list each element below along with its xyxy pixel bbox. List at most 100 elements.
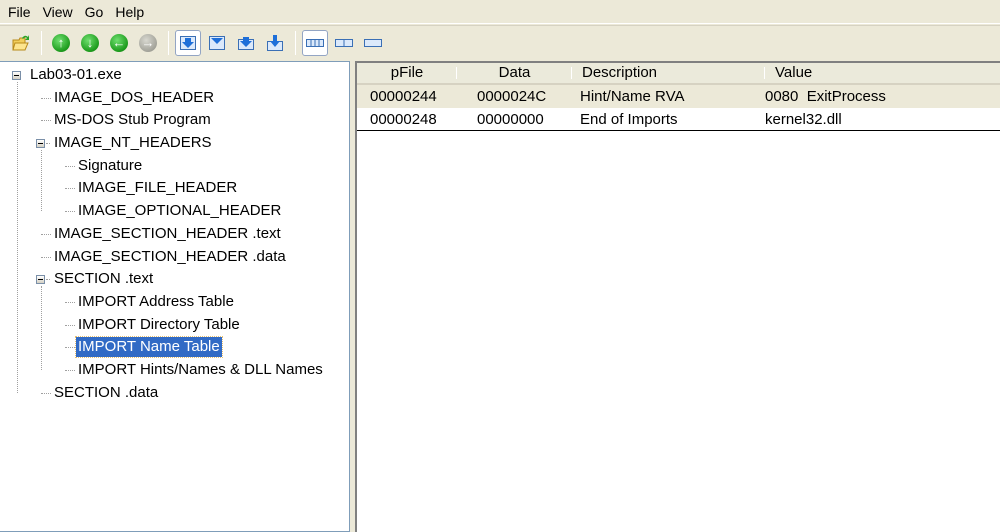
tree-item-label[interactable]: IMPORT Directory Table (76, 315, 242, 335)
collapse-icon[interactable] (36, 139, 45, 149)
pe-structure-tree: Lab03-01.exe IMAGE_DOS_HEADER MS-DOS Stub … (0, 62, 349, 404)
toolbar-separator (168, 30, 169, 55)
cell-data: 0000024C (477, 88, 547, 105)
tree-item-label[interactable]: IMAGE_NT_HEADERS (52, 133, 214, 153)
columns-2-icon (335, 38, 353, 47)
column-header-value[interactable]: Value (765, 63, 1000, 83)
tree-connector (41, 233, 51, 235)
column-header-label: Data (498, 64, 531, 81)
view-word-button[interactable] (233, 30, 259, 56)
table-header: pFile Data Description Value (357, 63, 1000, 85)
columns-1-icon (364, 38, 382, 47)
tree-item-label[interactable]: IMAGE_OPTIONAL_HEADER (76, 201, 283, 221)
tree-connector (65, 211, 75, 213)
tree-connector (65, 324, 75, 326)
tree-item[interactable]: IMAGE_SECTION_HEADER .data (0, 246, 349, 269)
down-arrow-icon: ↓ (81, 33, 99, 52)
menu-view[interactable]: View (37, 2, 79, 22)
cell-value: 0080 ExitProcess (765, 88, 886, 105)
tree-item-label[interactable]: IMPORT Name Table (75, 336, 223, 359)
view-detail-icon (180, 35, 196, 50)
tree-item-label[interactable]: IMPORT Address Table (76, 292, 236, 312)
tree-connector (41, 392, 51, 394)
tree-item[interactable]: IMPORT Address Table (0, 291, 349, 314)
tree-connector (46, 143, 50, 145)
down-button[interactable]: ↓ (77, 30, 103, 56)
column-header-description[interactable]: Description (572, 63, 765, 83)
tree-item[interactable]: Lab03-01.exe (0, 64, 349, 87)
collapse-icon[interactable] (36, 275, 45, 285)
table-row[interactable]: 00000248 00000000 End of Imports kernel3… (357, 108, 1000, 131)
column-header-data[interactable]: Data (457, 63, 572, 83)
menu-file[interactable]: File (2, 2, 37, 22)
column-header-pfile[interactable]: pFile (357, 63, 457, 83)
tree-item[interactable]: IMPORT Name Table (0, 336, 349, 359)
toolbar-separator (41, 30, 42, 55)
tree-item-label[interactable]: SECTION .text (52, 269, 155, 289)
tree-item-label[interactable]: MS-DOS Stub Program (52, 110, 213, 130)
tree-connector (65, 188, 75, 190)
tree-connector (41, 97, 51, 99)
toolbar-separator (295, 30, 296, 55)
menu-bar: File View Go Help (0, 0, 1000, 24)
tree-item-label[interactable]: SECTION .data (52, 383, 160, 403)
tree-item-label[interactable]: IMAGE_SECTION_HEADER .text (52, 224, 283, 244)
tree-connector (65, 301, 75, 303)
view-detail-button[interactable] (175, 29, 201, 56)
tree-item[interactable]: IMAGE_OPTIONAL_HEADER (0, 200, 349, 223)
tree-connector (41, 286, 42, 371)
tree-item[interactable]: IMAGE_NT_HEADERS (0, 132, 349, 155)
tree-pane: Lab03-01.exe IMAGE_DOS_HEADER MS-DOS Stub … (0, 61, 350, 532)
table-row[interactable]: 00000244 0000024C Hint/Name RVA 0080 Exi… (357, 85, 1000, 108)
up-arrow-icon: ↑ (52, 33, 70, 52)
tree-connector (41, 150, 42, 212)
tree-item-label[interactable]: Lab03-01.exe (28, 65, 124, 85)
tree-item[interactable]: IMAGE_SECTION_HEADER .text (0, 223, 349, 246)
view-byte-button[interactable] (204, 30, 230, 56)
view-word-icon (238, 36, 254, 50)
view-dword-button[interactable] (262, 30, 288, 56)
tree-connector (41, 256, 51, 258)
columns-2-button[interactable] (331, 30, 357, 56)
menu-go[interactable]: Go (79, 2, 110, 22)
forward-arrow-icon: → (139, 33, 157, 52)
tree-item-label[interactable]: IMAGE_SECTION_HEADER .data (52, 247, 288, 267)
tree-item[interactable]: IMAGE_FILE_HEADER (0, 177, 349, 200)
detail-pane: pFile Data Description Value 00000244 00… (355, 61, 1000, 532)
columns-4-button[interactable] (302, 29, 328, 56)
cell-description: End of Imports (580, 111, 678, 128)
open-file-button[interactable] (8, 30, 34, 56)
tree-item[interactable]: SECTION .text (0, 268, 349, 291)
column-header-label: Description (582, 64, 658, 81)
tree-connector (65, 347, 75, 349)
tree-item[interactable]: IMPORT Hints/Names & DLL Names (0, 359, 349, 382)
column-header-label: pFile (390, 64, 424, 81)
cell-value: kernel32.dll (765, 111, 842, 128)
tree-item[interactable]: MS-DOS Stub Program (0, 109, 349, 132)
columns-4-icon (306, 38, 324, 47)
tree-item[interactable]: SECTION .data (0, 382, 349, 405)
tree-connector (17, 82, 18, 393)
menu-help[interactable]: Help (109, 2, 150, 22)
tree-item[interactable]: IMPORT Directory Table (0, 314, 349, 337)
column-header-label: Value (775, 64, 813, 81)
back-button[interactable]: ← (106, 30, 132, 56)
cell-description: Hint/Name RVA (580, 88, 685, 105)
collapse-icon[interactable] (12, 71, 21, 80)
forward-button[interactable]: → (135, 30, 161, 56)
columns-1-button[interactable] (360, 30, 386, 56)
up-button[interactable]: ↑ (48, 30, 74, 56)
tree-item-label[interactable]: IMPORT Hints/Names & DLL Names (76, 360, 325, 380)
tree-connector (65, 369, 75, 371)
tree-item[interactable]: Signature (0, 155, 349, 178)
cell-data: 00000000 (477, 111, 544, 128)
tree-connector (41, 120, 51, 122)
tree-item-label[interactable]: IMAGE_FILE_HEADER (76, 178, 239, 198)
cell-pfile: 00000244 (370, 88, 437, 105)
view-byte-icon (209, 35, 225, 50)
tree-item-label[interactable]: IMAGE_DOS_HEADER (52, 88, 216, 108)
cell-pfile: 00000248 (370, 111, 437, 128)
tree-item-label[interactable]: Signature (76, 156, 144, 176)
open-icon (12, 34, 29, 50)
tree-item[interactable]: IMAGE_DOS_HEADER (0, 87, 349, 110)
